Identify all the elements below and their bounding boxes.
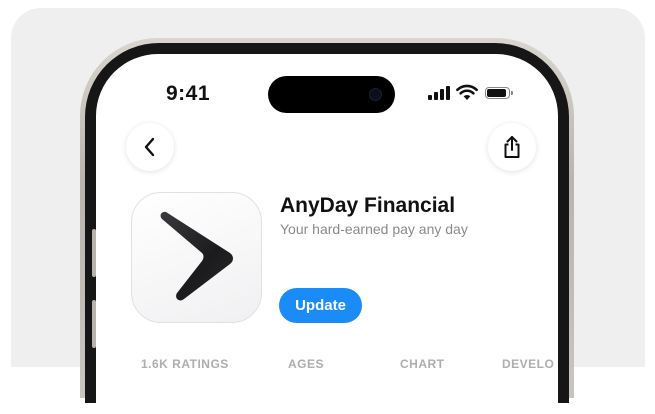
app-title: AnyDay Financial: [280, 194, 456, 217]
stats-row: 1.6K RATINGS AGES CHART DEVELO: [96, 357, 558, 377]
phone-screen: 9:41 AnyDay Financial Your hard-earned p…: [96, 54, 558, 414]
update-button[interactable]: Update: [279, 288, 362, 323]
stat-developer: DEVELO: [502, 357, 555, 371]
share-button[interactable]: [488, 123, 536, 171]
cellular-signal-icon: [428, 86, 450, 100]
share-icon: [504, 136, 520, 158]
app-subtitle: Your hard-earned pay any day: [280, 221, 468, 237]
stat-ratings: 1.6K RATINGS: [141, 357, 229, 371]
status-time: 9:41: [166, 82, 211, 105]
stat-ages: AGES: [288, 357, 325, 371]
wifi-icon: [456, 84, 478, 100]
camera-icon: [369, 88, 382, 101]
arrow-chevron-logo-icon: [160, 211, 233, 301]
chevron-left-icon: [144, 137, 155, 157]
dynamic-island: [268, 76, 395, 113]
app-icon[interactable]: [131, 192, 262, 323]
stat-chart: CHART: [400, 357, 445, 371]
battery-icon: [485, 87, 513, 99]
back-button[interactable]: [126, 123, 174, 171]
